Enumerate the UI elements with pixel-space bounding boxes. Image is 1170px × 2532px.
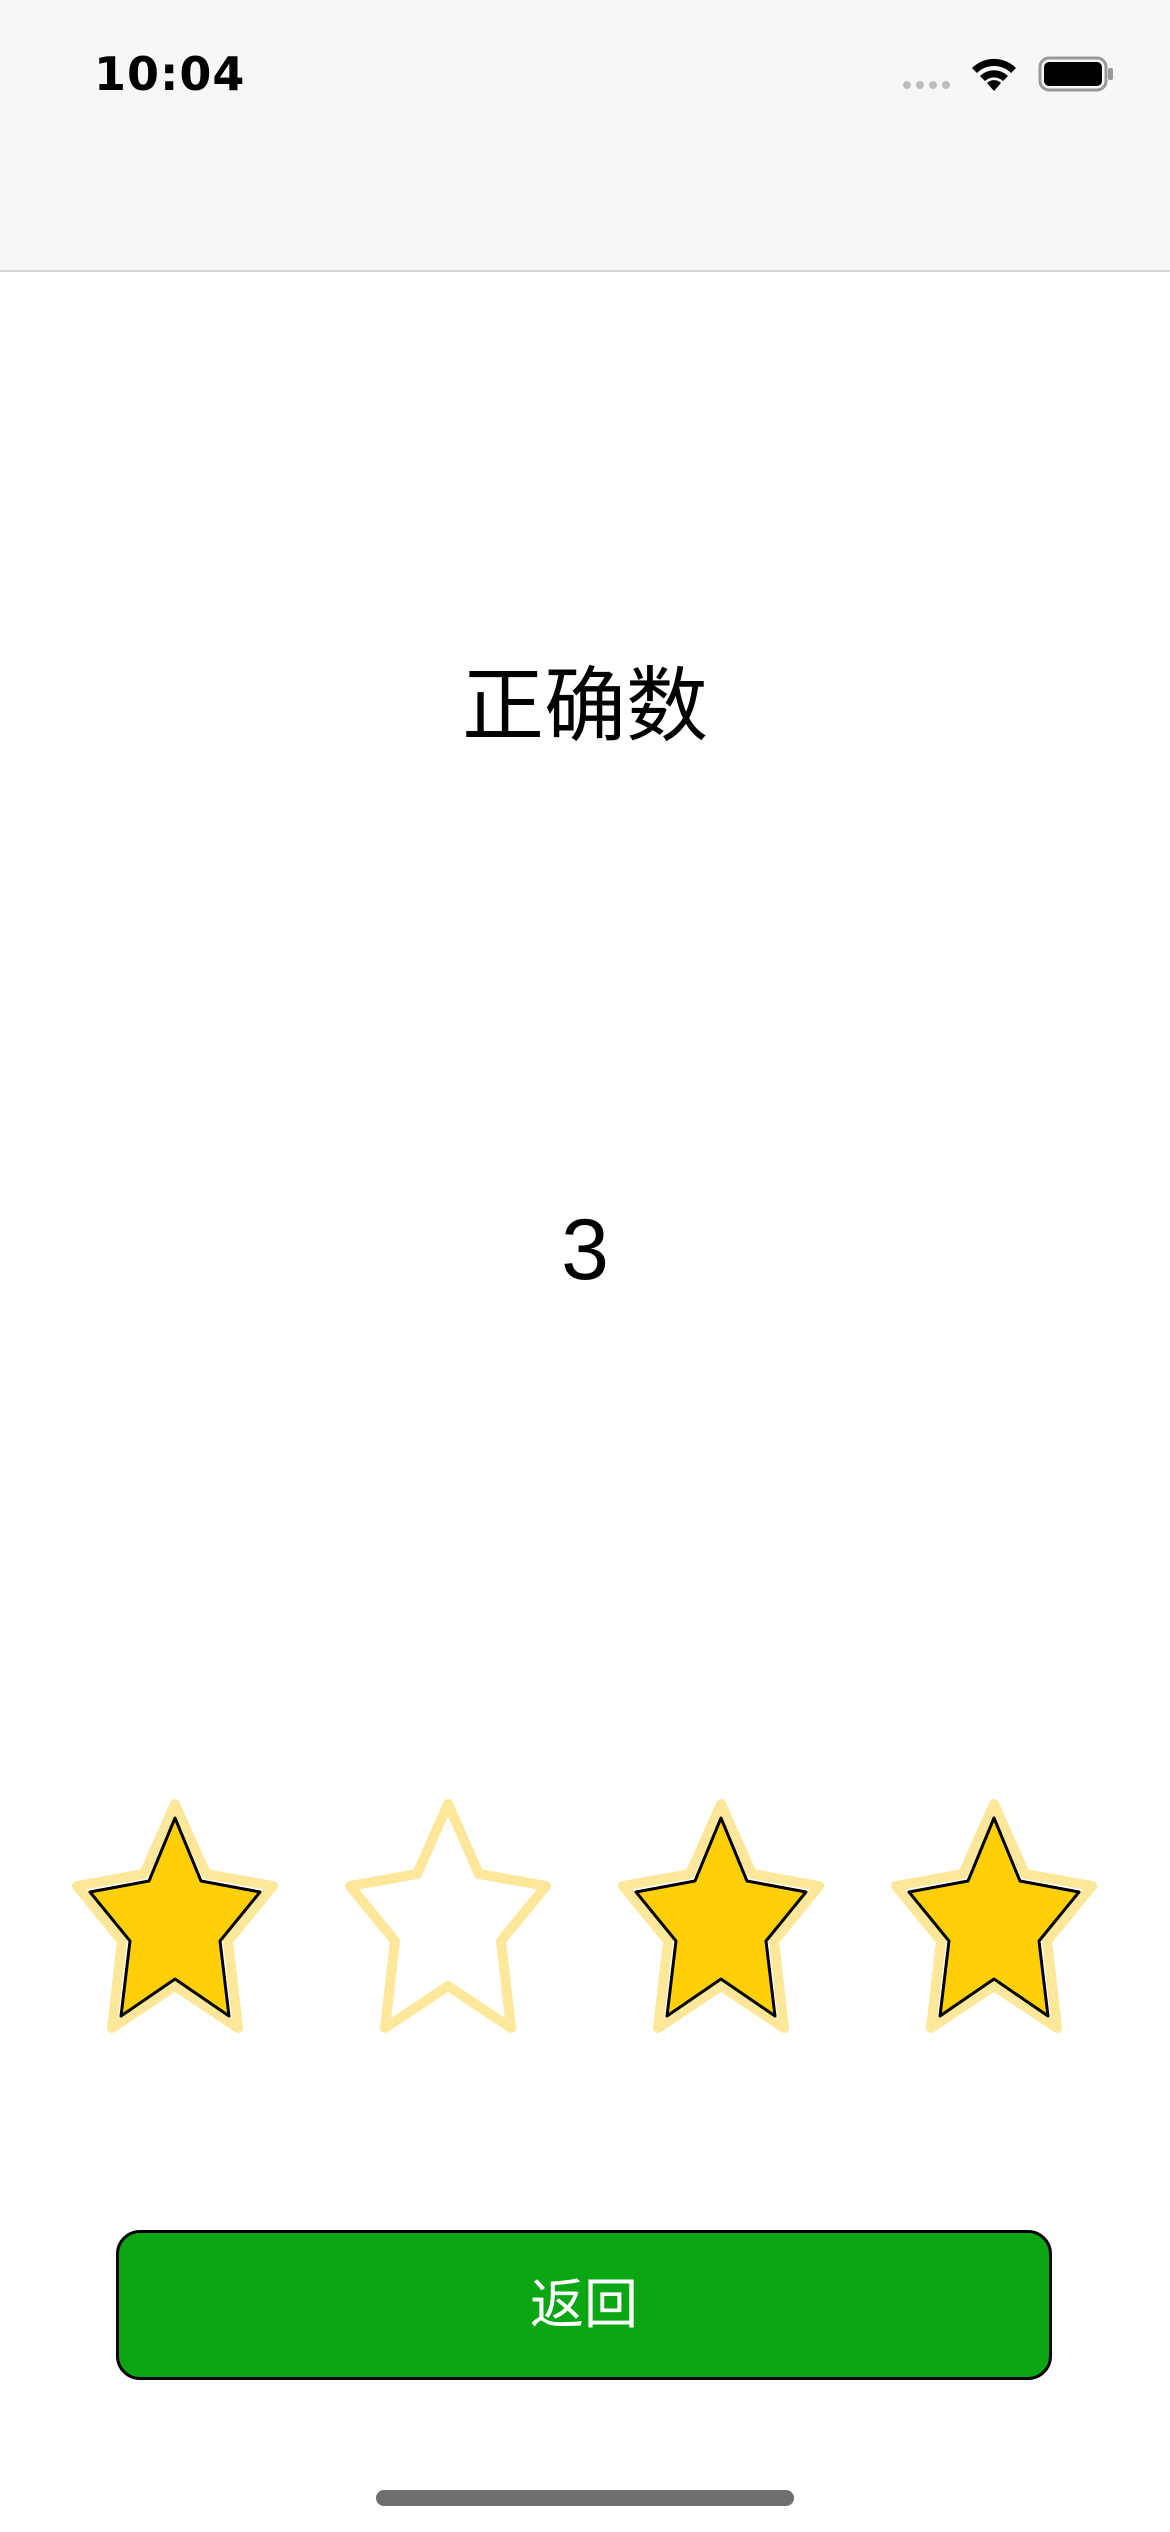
status-bar: 10:04 (0, 0, 1170, 272)
signal-icon (903, 59, 950, 89)
battery-icon (1038, 56, 1113, 92)
star-icon (616, 1790, 826, 2040)
status-time: 10:04 (94, 47, 246, 101)
star-icon (889, 1790, 1099, 2040)
result-title: 正确数 (461, 659, 708, 754)
back-button[interactable]: 返回 (116, 2230, 1052, 2380)
star-outline-icon (343, 1790, 553, 2040)
back-button-label: 返回 (530, 2273, 638, 2336)
status-icons (903, 52, 1114, 96)
star-rating (70, 1790, 1100, 2040)
home-indicator[interactable] (376, 2490, 794, 2506)
wifi-icon (972, 58, 1016, 91)
star-icon (70, 1790, 280, 2040)
correct-count: 3 (561, 1202, 609, 1298)
